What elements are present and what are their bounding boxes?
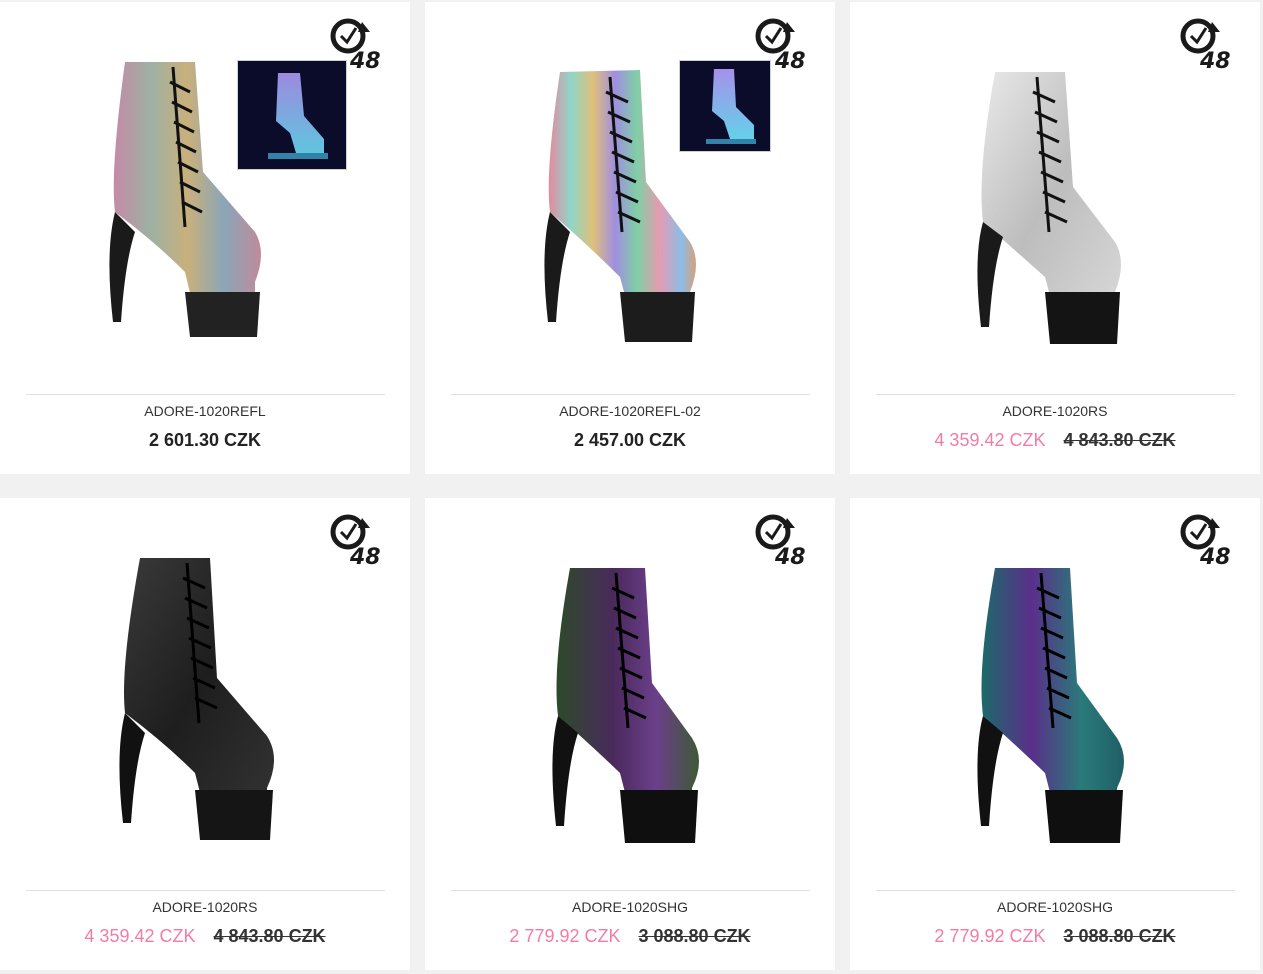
divider bbox=[451, 394, 810, 395]
clock-48h-icon: 48 bbox=[330, 18, 380, 70]
product-image-area[interactable]: 48 bbox=[850, 498, 1260, 878]
divider bbox=[451, 890, 810, 891]
price: 2 601.30 CZK bbox=[148, 430, 262, 450]
product-thumbnail[interactable] bbox=[237, 60, 347, 170]
price-row: 2 601.30 CZK bbox=[0, 430, 410, 451]
product-image-area[interactable]: 48 bbox=[0, 498, 410, 878]
badge-label: 48 bbox=[349, 49, 380, 70]
sale-price: 4 359.42 CZK bbox=[934, 430, 1046, 450]
product-name[interactable]: ADORE-1020RS bbox=[0, 899, 410, 915]
boot-image[interactable] bbox=[945, 52, 1165, 352]
boot-image[interactable] bbox=[520, 548, 740, 848]
old-price: 3 088.80 CZK bbox=[638, 926, 751, 946]
sale-price: 4 359.42 CZK bbox=[84, 926, 196, 946]
divider bbox=[26, 890, 385, 891]
product-name[interactable]: ADORE-1020REFL-02 bbox=[425, 403, 835, 419]
product-name[interactable]: ADORE-1020SHG bbox=[425, 899, 835, 915]
divider bbox=[876, 890, 1235, 891]
old-price: 3 088.80 CZK bbox=[1063, 926, 1176, 946]
price: 2 457.00 CZK bbox=[573, 430, 687, 450]
clock-48h-icon: 48 bbox=[1180, 18, 1230, 70]
divider bbox=[26, 394, 385, 395]
product-name[interactable]: ADORE-1020RS bbox=[850, 403, 1260, 419]
old-price: 4 843.80 CZK bbox=[1063, 430, 1176, 450]
sale-price: 2 779.92 CZK bbox=[934, 926, 1046, 946]
price-row: 2 779.92 CZK 3 088.80 CZK bbox=[850, 926, 1260, 947]
product-card[interactable]: 48 ADORE-1020SHG 2 779.92 CZK 3 088.80 CZ… bbox=[850, 498, 1260, 970]
divider bbox=[876, 394, 1235, 395]
price-row: 2 457.00 CZK bbox=[425, 430, 835, 451]
price-row: 4 359.42 CZK 4 843.80 CZK bbox=[850, 430, 1260, 451]
product-thumbnail[interactable] bbox=[679, 60, 771, 152]
clock-48h-icon: 48 bbox=[1180, 514, 1230, 566]
product-card[interactable]: 48 ADORE-1020SHG 2 779.92 CZK 3 088.80 CZ… bbox=[425, 498, 835, 970]
badge-label: 48 bbox=[349, 545, 380, 566]
badge-label: 48 bbox=[774, 49, 805, 70]
badge-label: 48 bbox=[774, 545, 805, 566]
product-image-area[interactable]: 48 bbox=[425, 498, 835, 878]
boot-image[interactable] bbox=[945, 548, 1165, 848]
old-price: 4 843.80 CZK bbox=[213, 926, 326, 946]
product-image-area[interactable]: 48 bbox=[0, 2, 410, 382]
product-image-area[interactable]: 48 bbox=[425, 2, 835, 382]
badge-label: 48 bbox=[1199, 545, 1230, 566]
clock-48h-icon: 48 bbox=[330, 514, 380, 566]
clock-48h-icon: 48 bbox=[755, 18, 805, 70]
price-row: 2 779.92 CZK 3 088.80 CZK bbox=[425, 926, 835, 947]
product-image-area[interactable]: 48 bbox=[850, 2, 1260, 382]
product-card[interactable]: 48 ADORE-1020RS 4 359.42 CZK 4 843.80 CZK bbox=[0, 498, 410, 970]
price-row: 4 359.42 CZK 4 843.80 CZK bbox=[0, 926, 410, 947]
product-name[interactable]: ADORE-1020SHG bbox=[850, 899, 1260, 915]
boot-image[interactable] bbox=[95, 548, 315, 848]
badge-label: 48 bbox=[1199, 49, 1230, 70]
product-card[interactable]: 48 ADORE-1020RS 4 359.42 CZK 4 843.80 CZK bbox=[850, 2, 1260, 474]
sale-price: 2 779.92 CZK bbox=[509, 926, 621, 946]
product-grid: 48 ADORE-1020REFL 2 601.30 CZK 48 ADORE-… bbox=[0, 0, 1263, 974]
product-name[interactable]: ADORE-1020REFL bbox=[0, 403, 410, 419]
product-card[interactable]: 48 ADORE-1020REFL-02 2 457.00 CZK bbox=[425, 2, 835, 474]
product-card[interactable]: 48 ADORE-1020REFL 2 601.30 CZK bbox=[0, 2, 410, 474]
clock-48h-icon: 48 bbox=[755, 514, 805, 566]
